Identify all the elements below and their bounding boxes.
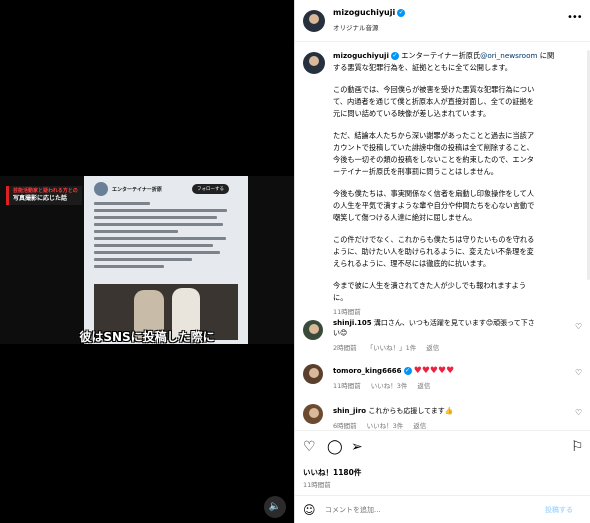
caption-line: カウントで投稿していた誹謗中傷の投稿は全て削除すること、 <box>333 143 534 152</box>
commenter-avatar[interactable] <box>303 320 323 340</box>
more-options-icon[interactable]: ••• <box>567 12 583 23</box>
comments-feed[interactable]: mizoguchiyuji ✓ エンターテイナー折原氏@ori_newsroom … <box>295 42 590 430</box>
comment-username[interactable]: shinji.105 <box>333 319 372 327</box>
header-username[interactable]: mizoguchiyuji ✓ <box>333 8 406 17</box>
screenshot-account: エンターテイナー折原 <box>112 186 162 193</box>
comment-username[interactable]: shin_jiro <box>333 407 366 415</box>
like-comment-icon[interactable]: ♡ <box>575 408 582 417</box>
caption-line: えられるように、理不尽には徹底的に抗います。 <box>333 259 491 268</box>
verified-icon: ✓ <box>390 52 399 60</box>
mention-link[interactable]: @ori_newsroom <box>480 51 537 60</box>
commenter-avatar[interactable] <box>303 364 323 384</box>
video-right-band <box>248 176 294 344</box>
comment-text: tomoro_king6666 ✓ ♥♥♥♥♥ <box>333 366 454 376</box>
comment-likes[interactable]: 「いいね！」1件 <box>367 344 417 352</box>
caption-line: 元に問い詰めている映像が差し込まれています。 <box>333 109 491 118</box>
caption-time[interactable]: 11時間前 <box>333 306 361 316</box>
caption-avatar[interactable] <box>303 52 325 74</box>
caption-line: ように、助けたい人を助けられるように、変えたい不条理を変 <box>333 247 534 256</box>
caption-line: 今後も僕たちは、事実関係なく信者を扇動し印象操作をして人 <box>333 189 535 198</box>
video-frame: 芸能活動家と疑われる方との 写真撮影に応じた話 エンターテイナー折原 フォローす… <box>0 176 294 344</box>
video-caption-tag: 芸能活動家と疑われる方との 写真撮影に応じた話 <box>6 186 82 205</box>
comment-meta: 11時間前 いいね！3件 返信 <box>333 380 440 390</box>
comment-meta: 6時間前 いいね！3件 返信 <box>333 420 436 430</box>
sound-toggle-icon[interactable]: 🔈 <box>264 496 286 518</box>
caption-line: する悪質な犯罪行為を、証拠とともに全て公開します。 <box>333 63 512 72</box>
post-comment-button[interactable]: 投稿する <box>545 505 573 515</box>
comment-text: shinji.105 溝口さん、いつも活躍を見ています😊頑張って下さ <box>333 319 535 327</box>
comment-likes[interactable]: いいね！3件 <box>367 422 404 430</box>
post-time[interactable]: 11時間前 <box>303 479 331 489</box>
screenshot-text-lines <box>94 202 234 272</box>
screenshot-header: エンターテイナー折原 <box>94 182 162 196</box>
caption-line: て、内通者を通じて僕と折原本人が直接対面し、全ての証拠を <box>333 97 534 106</box>
like-comment-icon[interactable]: ♡ <box>575 322 582 331</box>
comment-username[interactable]: tomoro_king6666 <box>333 367 402 375</box>
screenshot-avatar <box>94 182 108 196</box>
video-tag-line1: 芸能活動家と疑われる方との <box>13 188 78 194</box>
caption-username[interactable]: mizoguchiyuji <box>333 51 389 60</box>
caption-line: 今後も一切その類の投稿をしないことを約束したので、エンタ <box>333 155 534 164</box>
video-player[interactable]: 芸能活動家と疑われる方との 写真撮影に応じた話 エンターテイナー折原 フォローす… <box>0 0 294 523</box>
comment-meta: 2時間前 「いいね！」1件 返信 <box>333 342 449 352</box>
caption-line: この動画では、今回僕らが被害を受けた悪質な犯罪行為につい <box>333 85 535 94</box>
post-header: mizoguchiyuji ✓ オリジナル音源 ••• <box>295 0 590 42</box>
video-screenshot-post: エンターテイナー折原 フォローする <box>84 176 248 344</box>
comment-text-cont: い😊 <box>333 329 348 337</box>
avatar[interactable] <box>303 10 325 32</box>
comment-text: shin_jiro これからも応援してます👍 <box>333 407 454 415</box>
share-icon[interactable]: ➢ <box>351 439 363 455</box>
caption-line: ただ、結論本人たちから深い謝罪があったことと過去に当該ア <box>333 131 535 140</box>
like-icon[interactable]: ♡ <box>303 439 316 455</box>
hearts-emoji: ♥♥♥♥♥ <box>413 366 455 376</box>
verified-icon: ✓ <box>397 8 406 17</box>
screenshot-follow-button: フォローする <box>192 184 229 194</box>
caption-line: この件だけでなく、これからも僕たちは守りたいものを守れる <box>333 235 535 244</box>
comment-time[interactable]: 2時間前 <box>333 344 357 352</box>
like-comment-icon[interactable]: ♡ <box>575 368 582 377</box>
caption-line: ーテイナー折原氏を刑事罰に問うことはしません。 <box>333 167 498 176</box>
comment-time[interactable]: 6時間前 <box>333 422 357 430</box>
comment-composer: ☺ 投稿する <box>295 495 590 523</box>
comment-input[interactable] <box>325 502 525 518</box>
reply-button[interactable]: 返信 <box>417 382 430 390</box>
caption-line: 今まで彼に人生を潰されてきた人が少しでも報われますよう <box>333 281 527 290</box>
reply-button[interactable]: 返信 <box>413 422 426 430</box>
save-icon[interactable]: ⚐ <box>571 439 584 455</box>
post-actions: ♡ ◯ ➢ ⚐ いいね！1180件 11時間前 ☺ 投稿する <box>295 430 590 523</box>
caption-line-1: mizoguchiyuji ✓ エンターテイナー折原氏@ori_newsroom … <box>333 51 555 60</box>
audio-label[interactable]: オリジナル音源 <box>333 22 379 32</box>
commenter-avatar[interactable] <box>303 404 323 424</box>
emoji-icon[interactable]: ☺ <box>303 503 316 517</box>
caption-line: に。 <box>333 293 348 302</box>
comment-time[interactable]: 11時間前 <box>333 382 361 390</box>
video-subtitle: 彼はSNSに投稿した際に <box>79 330 215 344</box>
verified-icon: ✓ <box>403 367 412 375</box>
reply-button[interactable]: 返信 <box>426 344 439 352</box>
caption-line: の人生を平気で潰すような輩や自分や仲間たちを心ない言動で <box>333 201 535 210</box>
like-count[interactable]: いいね！1180件 <box>303 467 361 478</box>
caption-line: 嘲笑して傷つける人達に絶対に屈しません。 <box>333 213 477 222</box>
comment-icon[interactable]: ◯ <box>327 439 343 455</box>
video-left-band: 芸能活動家と疑われる方との 写真撮影に応じた話 <box>0 176 84 344</box>
video-tag-line2: 写真撮影に応じた話 <box>13 195 68 202</box>
post-sidebar: mizoguchiyuji ✓ オリジナル音源 ••• mizoguchiyuji… <box>294 0 590 523</box>
comment-likes[interactable]: いいね！3件 <box>371 382 408 390</box>
